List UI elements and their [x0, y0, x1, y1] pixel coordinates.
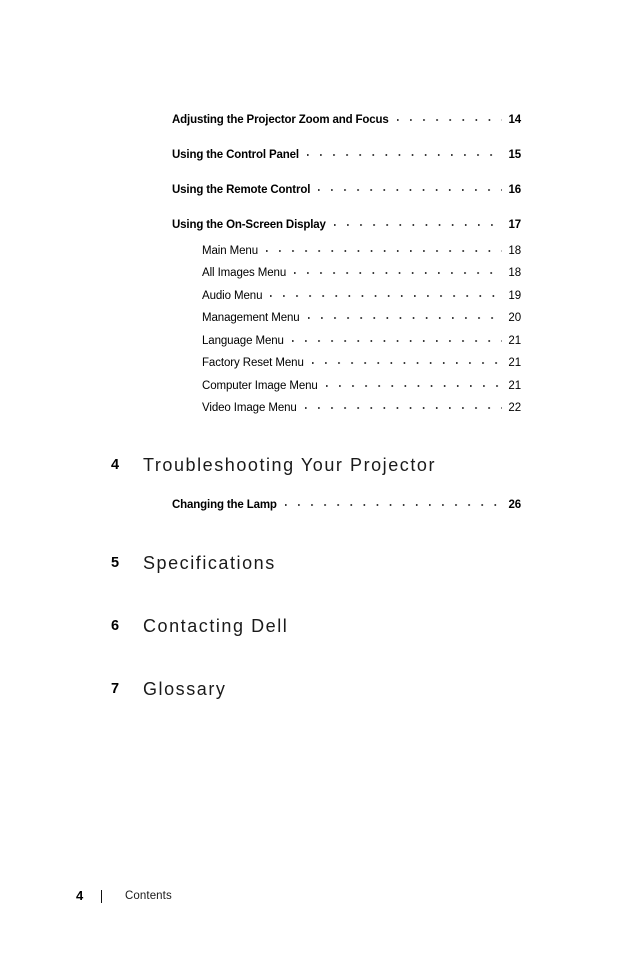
toc-entry-page-number: 22 [508, 402, 521, 414]
chapter-heading[interactable]: 6 Contacting Dell [0, 616, 636, 642]
chapter-heading[interactable]: 4 Troubleshooting Your Projector [0, 455, 636, 481]
toc-entry[interactable]: Video Image Menu 22 [202, 400, 521, 414]
toc-entry-title: Changing the Lamp [172, 499, 277, 511]
toc-entry-page-number: 21 [508, 380, 521, 392]
toc-dot-leader [396, 112, 502, 123]
footer-page-number: 4 [76, 888, 84, 903]
toc-dot-leader [333, 217, 502, 228]
toc-entry[interactable]: Management Menu 20 [202, 310, 521, 324]
chapter-title: Specifications [143, 553, 276, 573]
chapter-title: Glossary [143, 679, 227, 699]
toc-entry-page-number: 21 [508, 357, 521, 369]
toc-entry[interactable]: Using the Remote Control 16 [172, 182, 521, 196]
toc-entry[interactable]: Using the Control Panel 15 [172, 147, 521, 161]
toc-entry-title: Using the Control Panel [172, 149, 299, 161]
toc-entry-title: Factory Reset Menu [202, 357, 304, 369]
toc-entry-page-number: 15 [508, 149, 522, 161]
toc-entry[interactable]: Adjusting the Projector Zoom and Focus 14 [172, 112, 521, 126]
toc-entry-page-number: 18 [508, 245, 521, 257]
toc-entry-page-number: 20 [508, 312, 521, 324]
toc-entry[interactable]: Main Menu 18 [202, 243, 521, 257]
chapter-title: Troubleshooting Your Projector [143, 455, 436, 475]
toc-dot-leader [311, 355, 502, 366]
toc-entry-title: Audio Menu [202, 290, 263, 302]
footer-section-label: Contents [125, 890, 172, 902]
toc-entry[interactable]: Language Menu 21 [202, 333, 521, 347]
toc-dot-leader [266, 243, 502, 254]
toc-entry-title: Video Image Menu [202, 402, 297, 414]
chapter-number: 5 [111, 555, 120, 571]
toc-dot-leader [270, 288, 502, 299]
toc-entry-page-number: 14 [508, 114, 522, 126]
toc-entry-title: Computer Image Menu [202, 380, 318, 392]
chapter-number: 6 [111, 618, 120, 634]
toc-entry-page-number: 21 [508, 335, 521, 347]
chapter-number: 4 [111, 457, 120, 473]
toc-entry-title: Management Menu [202, 312, 300, 324]
toc-entry[interactable]: Factory Reset Menu 21 [202, 355, 521, 369]
toc-entry-page-number: 19 [508, 290, 521, 302]
chapter-title: Contacting Dell [143, 616, 289, 636]
toc-entry-title: Using the Remote Control [172, 184, 311, 196]
toc-dot-leader [294, 265, 502, 276]
toc-entry-page-number: 17 [508, 219, 522, 231]
footer-divider [101, 890, 102, 903]
toc-entry[interactable]: Changing the Lamp 26 [172, 497, 521, 511]
toc-entry-title: Adjusting the Projector Zoom and Focus [172, 114, 389, 126]
toc-entry-page-number: 16 [508, 184, 522, 196]
toc-entry-page-number: 26 [508, 499, 522, 511]
toc-entry-title: Language Menu [202, 335, 284, 347]
toc-entry[interactable]: Audio Menu 19 [202, 288, 521, 302]
toc-dot-leader [306, 147, 502, 158]
toc-dot-leader [307, 310, 502, 321]
toc-entry-title: All Images Menu [202, 267, 287, 279]
toc-entry-title: Main Menu [202, 245, 258, 257]
toc-entry-title: Using the On-Screen Display [172, 219, 326, 231]
chapter-heading[interactable]: 5 Specifications [0, 553, 636, 579]
chapter-number: 7 [111, 681, 120, 697]
toc-page: Adjusting the Projector Zoom and Focus 14… [0, 0, 636, 954]
toc-dot-leader [284, 497, 502, 508]
chapter-heading[interactable]: 7 Glossary [0, 679, 636, 705]
toc-dot-leader [304, 400, 502, 411]
toc-dot-leader [318, 182, 502, 193]
toc-dot-leader [291, 333, 502, 344]
toc-entry[interactable]: All Images Menu 18 [202, 265, 521, 279]
toc-entry[interactable]: Using the On-Screen Display 17 [172, 217, 521, 231]
toc-dot-leader [325, 378, 502, 389]
toc-entry[interactable]: Computer Image Menu 21 [202, 378, 521, 392]
page-footer: 4 Contents [0, 888, 636, 914]
toc-entry-page-number: 18 [508, 267, 521, 279]
